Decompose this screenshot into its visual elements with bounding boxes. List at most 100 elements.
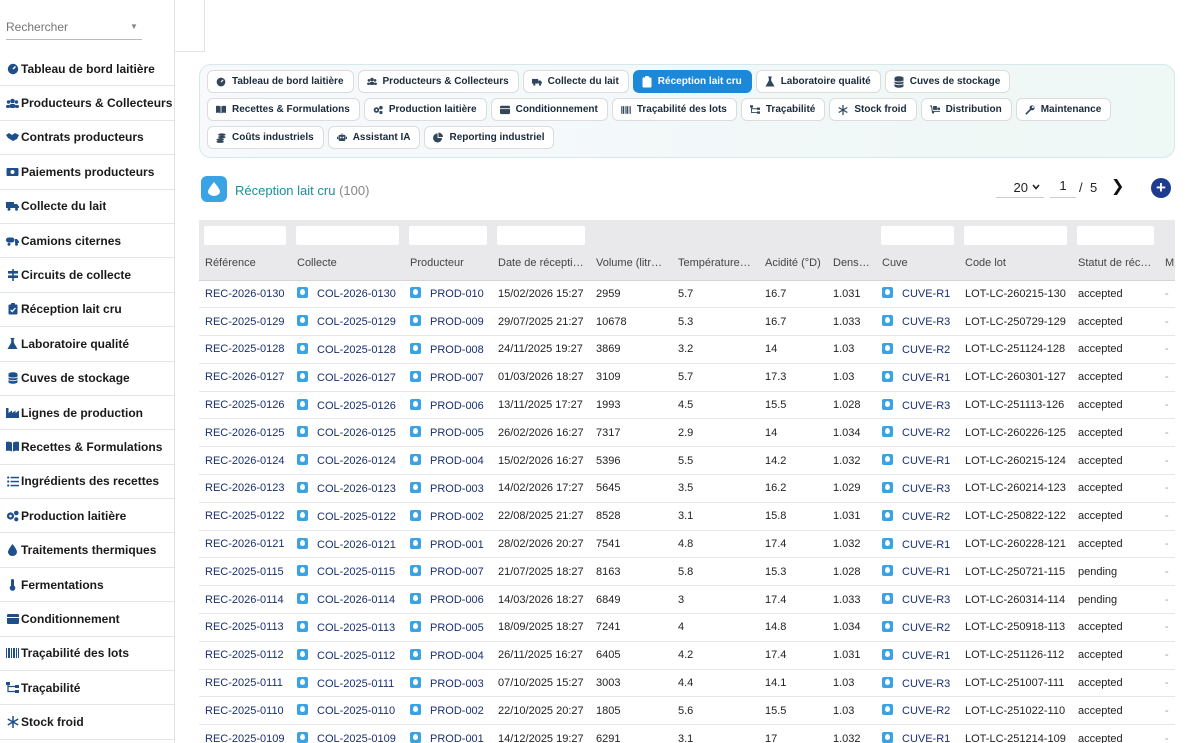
tab-tracabilite[interactable]: Traçabilité	[740, 98, 826, 121]
table-cell[interactable]: REC-2025-0129	[199, 307, 291, 337]
table-cell[interactable]: CUVE-R1	[876, 724, 959, 743]
table-row[interactable]: REC-2025-0115 COL-2025-0115 PROD-007 21/07/…	[199, 557, 1175, 587]
page-size-select[interactable]: 20	[996, 178, 1044, 198]
table-cell[interactable]: PROD-006	[404, 391, 492, 420]
table-cell[interactable]: REC-2025-0128	[199, 335, 291, 364]
tab-assistant-ia[interactable]: Assistant IA	[327, 126, 421, 149]
table-row[interactable]: REC-2025-0111 COL-2025-0111 PROD-003 07/10/…	[199, 669, 1175, 698]
table-row[interactable]: REC-2025-0109 COL-2025-0109 PROD-001 14/12/…	[199, 724, 1175, 743]
sidebar-item-tableau-de-bord-laitiere[interactable]: Tableau de bord laitière	[0, 52, 174, 87]
column-filter-input[interactable]	[296, 225, 399, 245]
table-cell[interactable]: REC-2025-0126	[199, 391, 291, 420]
table-cell[interactable]: COL-2025-0109	[291, 724, 404, 743]
table-cell[interactable]: REC-2026-0123	[199, 474, 291, 503]
sidebar-item-tracabilite[interactable]: Traçabilité	[0, 671, 174, 706]
sidebar-item-recettes-formulations[interactable]: Recettes & Formulations	[0, 430, 174, 465]
table-row[interactable]: REC-2026-0123 COL-2026-0123 PROD-003 14/02/…	[199, 474, 1175, 503]
table-cell[interactable]: REC-2025-0111	[199, 669, 291, 698]
table-cell[interactable]: REC-2025-0115	[199, 557, 291, 587]
table-cell[interactable]: PROD-004	[404, 446, 492, 476]
table-cell[interactable]: REC-2025-0122	[199, 502, 291, 531]
table-cell[interactable]: PROD-005	[404, 613, 492, 642]
sidebar-item-paiements-producteurs[interactable]: Paiements producteurs	[0, 155, 174, 190]
table-cell[interactable]: COL-2025-0128	[291, 335, 404, 364]
column-header[interactable]: Référence	[199, 246, 291, 281]
table-cell[interactable]: PROD-004	[404, 641, 492, 670]
table-cell[interactable]: COL-2025-0111	[291, 669, 404, 698]
column-header[interactable]: Température (°C)	[672, 246, 759, 281]
table-cell[interactable]: CUVE-R3	[876, 307, 959, 337]
column-filter-input[interactable]	[497, 225, 585, 245]
table-cell[interactable]: CUVE-R3	[876, 474, 959, 503]
table-cell[interactable]: COL-2025-0112	[291, 641, 404, 670]
table-cell[interactable]: REC-2026-0114	[199, 585, 291, 615]
table-row[interactable]: REC-2025-0122 COL-2025-0122 PROD-002 22/08/…	[199, 502, 1175, 531]
tab-stock-froid[interactable]: Stock froid	[829, 98, 917, 121]
table-row[interactable]: REC-2026-0114 COL-2026-0114 PROD-006 14/03/…	[199, 585, 1175, 615]
tab-tracabilite-des-lots[interactable]: Traçabilité des lots	[611, 98, 737, 121]
table-cell[interactable]: REC-2026-0125	[199, 418, 291, 448]
sidebar-item-camions-citernes[interactable]: Camions citernes	[0, 224, 174, 259]
table-cell[interactable]: CUVE-R2	[876, 502, 959, 531]
column-filter-input[interactable]	[964, 225, 1067, 245]
table-cell[interactable]: COL-2025-0115	[291, 557, 404, 587]
table-row[interactable]: REC-2026-0124 COL-2026-0124 PROD-004 15/02/…	[199, 446, 1175, 476]
table-cell[interactable]: CUVE-R1	[876, 280, 959, 309]
table-row[interactable]: REC-2025-0129 COL-2025-0129 PROD-009 29/07/…	[199, 307, 1175, 337]
table-cell[interactable]: PROD-002	[404, 696, 492, 726]
table-row[interactable]: REC-2025-0110 COL-2025-0110 PROD-002 22/10/…	[199, 696, 1175, 726]
table-cell[interactable]: PROD-006	[404, 585, 492, 615]
sidebar-item-collecte-du-lait[interactable]: Collecte du lait	[0, 190, 174, 224]
tab-laboratoire-qualite[interactable]: Laboratoire qualité	[755, 70, 881, 93]
table-row[interactable]: REC-2025-0113 COL-2025-0113 PROD-005 18/09/…	[199, 613, 1175, 642]
tab-tableau-de-bord-laitiere[interactable]: Tableau de bord laitière	[207, 70, 354, 93]
table-cell[interactable]: CUVE-R1	[876, 557, 959, 587]
column-filter-input[interactable]	[204, 225, 286, 245]
tab-producteurs-collecteurs[interactable]: Producteurs & Collecteurs	[357, 70, 519, 93]
table-row[interactable]: REC-2026-0121 COL-2026-0121 PROD-001 28/02/…	[199, 530, 1175, 559]
tab-couts-industriels[interactable]: Coûts industriels	[207, 126, 324, 149]
table-cell[interactable]: REC-2026-0127	[199, 363, 291, 392]
add-record-button[interactable]: +	[1151, 178, 1171, 198]
table-cell[interactable]: REC-2025-0113	[199, 613, 291, 642]
table-cell[interactable]: CUVE-R2	[876, 418, 959, 448]
table-row[interactable]: REC-2026-0125 COL-2026-0125 PROD-005 26/02/…	[199, 418, 1175, 448]
sidebar-item-traitements-thermiques[interactable]: Traitements thermiques	[0, 533, 174, 568]
table-row[interactable]: REC-2025-0126 COL-2025-0126 PROD-006 13/11/…	[199, 391, 1175, 420]
page-number-input[interactable]: 1	[1050, 178, 1076, 198]
table-cell[interactable]: REC-2026-0121	[199, 530, 291, 559]
table-cell[interactable]: PROD-009	[404, 307, 492, 337]
table-row[interactable]: REC-2026-0130 COL-2026-0130 PROD-010 15/02/…	[199, 280, 1175, 309]
table-cell[interactable]: COL-2026-0130	[291, 280, 404, 309]
chevron-down-icon[interactable]: ▼	[130, 22, 138, 31]
table-cell[interactable]: REC-2025-0110	[199, 696, 291, 726]
table-cell[interactable]: CUVE-R1	[876, 530, 959, 559]
table-cell[interactable]: REC-2025-0109	[199, 724, 291, 743]
next-page-button[interactable]: ❯	[1111, 176, 1124, 196]
table-cell[interactable]: PROD-003	[404, 669, 492, 698]
table-cell[interactable]: PROD-001	[404, 530, 492, 559]
tab-distribution[interactable]: Distribution	[920, 98, 1012, 121]
table-cell[interactable]: PROD-005	[404, 418, 492, 448]
column-filter-input[interactable]	[409, 225, 487, 245]
sidebar-item-ingredients-des-recettes[interactable]: Ingrédients des recettes	[0, 465, 174, 500]
sidebar-item-circuits-de-collecte[interactable]: Circuits de collecte	[0, 258, 174, 293]
column-header[interactable]: Densité	[827, 246, 876, 281]
table-cell[interactable]: COL-2026-0123	[291, 474, 404, 503]
table-cell[interactable]: CUVE-R1	[876, 363, 959, 392]
table-cell[interactable]: COL-2026-0124	[291, 446, 404, 476]
table-cell[interactable]: PROD-008	[404, 335, 492, 364]
tab-recettes-formulations[interactable]: Recettes & Formulations	[207, 98, 360, 121]
table-row[interactable]: REC-2025-0128 COL-2025-0128 PROD-008 24/11/…	[199, 335, 1175, 364]
table-cell[interactable]: CUVE-R3	[876, 669, 959, 698]
tab-collecte-du-lait[interactable]: Collecte du lait	[522, 70, 629, 93]
table-cell[interactable]: PROD-002	[404, 502, 492, 531]
column-header[interactable]: Cuve	[876, 246, 959, 281]
tab-reception-lait-cru[interactable]: Réception lait cru	[632, 70, 752, 93]
table-cell[interactable]: PROD-001	[404, 724, 492, 743]
table-cell[interactable]: CUVE-R3	[876, 391, 959, 420]
sidebar-item-production-laitiere[interactable]: Production laitière	[0, 499, 174, 534]
sidebar-item-tracabilite-des-lots[interactable]: Traçabilité des lots	[0, 637, 174, 672]
table-cell[interactable]: PROD-003	[404, 474, 492, 503]
tab-maintenance[interactable]: Maintenance	[1015, 98, 1112, 121]
